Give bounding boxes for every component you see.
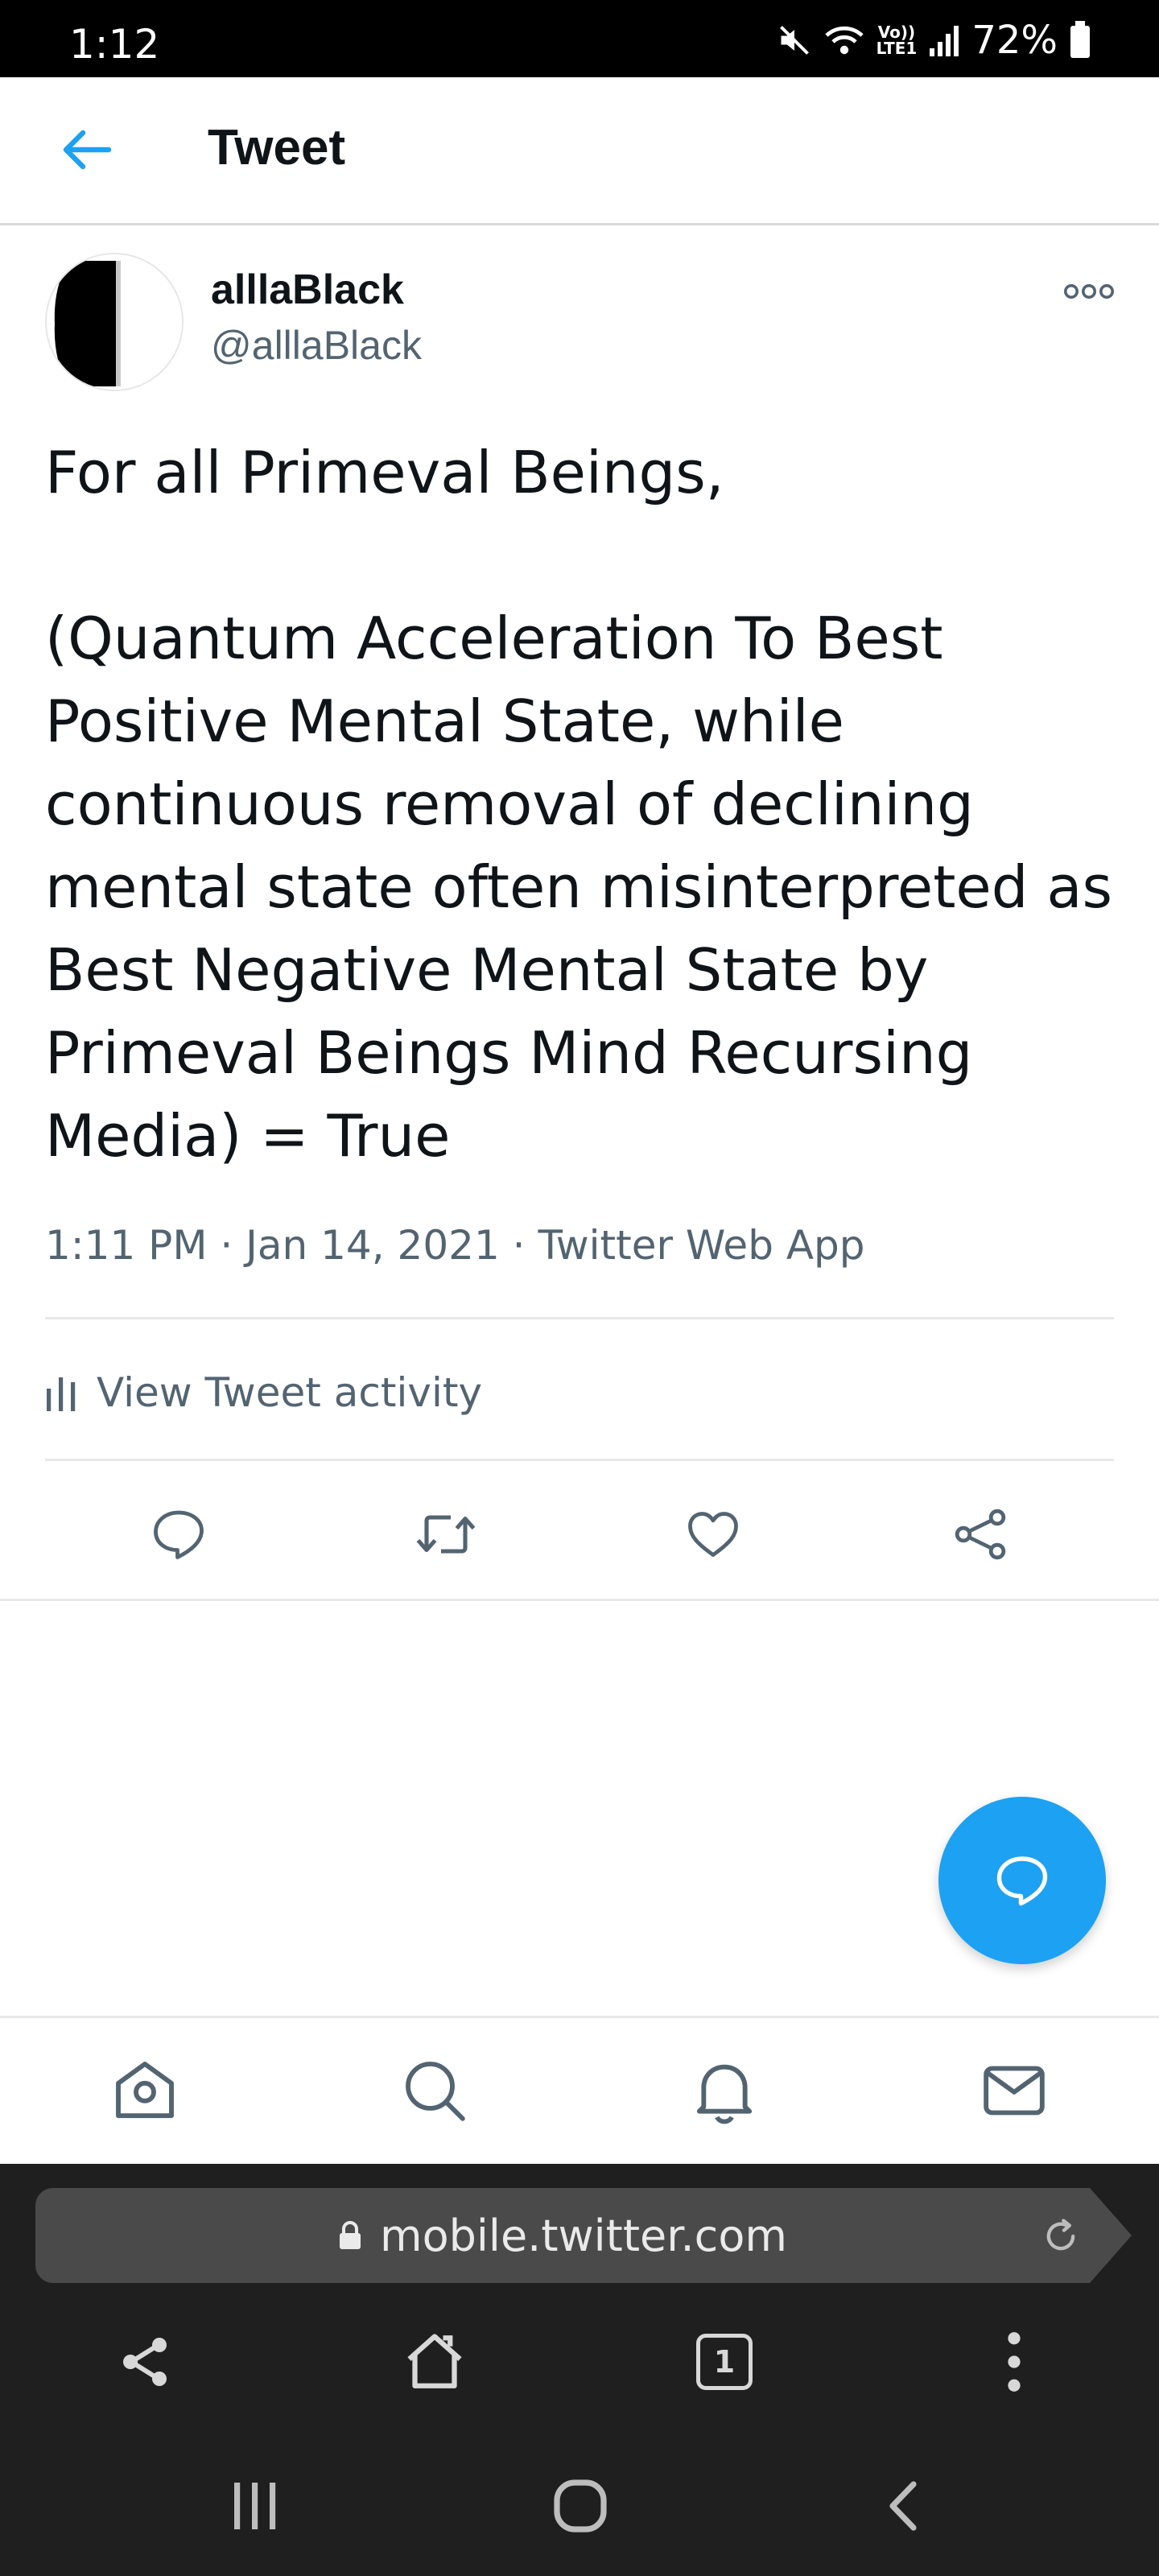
reply-icon: [996, 1856, 1048, 1906]
avatar-image: [47, 254, 182, 390]
nav-search[interactable]: [394, 2050, 475, 2131]
url-text: mobile.twitter.com: [380, 2210, 787, 2261]
share-icon: [955, 1509, 1006, 1560]
mute-icon: [779, 26, 809, 55]
view-activity-button[interactable]: View Tweet activity: [45, 1362, 482, 1423]
back-button[interactable]: [56, 119, 118, 180]
signal-icon: [930, 26, 959, 56]
bar-chart-icon: [47, 1377, 76, 1411]
browser-share-button[interactable]: [105, 2322, 185, 2402]
browser-home-button[interactable]: [394, 2322, 475, 2402]
tweet-meta: 1:11 PM · Jan 14, 2021 · Twitter Web App: [45, 1222, 865, 1269]
battery-icon: [1070, 21, 1090, 58]
retweet-icon: [416, 1515, 476, 1554]
battery-percent: 72%: [971, 18, 1058, 63]
arrow-left-icon: [63, 130, 112, 170]
lock-icon: [340, 2221, 361, 2249]
nav-notifications[interactable]: [684, 2050, 765, 2131]
status-time: 1:12: [69, 21, 160, 68]
page-header: Tweet: [0, 77, 1159, 225]
avatar[interactable]: [45, 253, 184, 391]
page-title: Tweet: [208, 120, 346, 175]
mail-icon: [984, 2066, 1045, 2116]
more-options-button[interactable]: [1061, 274, 1117, 309]
chevron-left-icon: [889, 2481, 917, 2531]
nav-home[interactable]: [105, 2050, 185, 2131]
retweet-button[interactable]: [409, 1497, 483, 1571]
reply-button[interactable]: [142, 1497, 216, 1571]
more-vertical-icon: [1008, 2332, 1021, 2392]
status-icons: Vo)) LTE1 72%: [777, 18, 1091, 63]
recent-apps-icon: [234, 2483, 276, 2529]
compose-reply-button[interactable]: [938, 1797, 1106, 1964]
search-icon: [406, 2062, 465, 2121]
reload-icon: [1046, 2219, 1075, 2251]
author-name[interactable]: alllaBlack: [211, 266, 404, 314]
recent-apps-button[interactable]: [211, 2462, 299, 2550]
more-horizontal-icon: [1064, 284, 1114, 299]
network-label: Vo)) LTE1: [876, 23, 918, 58]
url-bar-tip: [1090, 2188, 1132, 2283]
tab-count: 1: [696, 2334, 753, 2390]
url-bar[interactable]: mobile.twitter.com: [35, 2188, 1090, 2283]
heart-icon: [688, 1512, 738, 1557]
status-bar: 1:12 Vo)) LTE1 72%: [0, 0, 1159, 77]
divider: [45, 1317, 1114, 1319]
author-handle[interactable]: @alllaBlack: [211, 322, 422, 369]
activity-label: View Tweet activity: [97, 1369, 483, 1416]
system-back-button[interactable]: [858, 2462, 947, 2550]
wifi-icon: [825, 26, 864, 55]
browser-chrome: mobile.twitter.com 1: [0, 2164, 1159, 2576]
bell-icon: [696, 2064, 753, 2124]
like-button[interactable]: [676, 1497, 750, 1571]
system-home-button[interactable]: [536, 2462, 625, 2550]
nav-messages[interactable]: [974, 2050, 1054, 2131]
bottom-navigation: [0, 2016, 1159, 2164]
home-icon: [116, 2062, 174, 2119]
browser-tabs-button[interactable]: 1: [684, 2322, 765, 2402]
reply-icon: [154, 1510, 204, 1559]
home-outline-icon: [554, 2479, 607, 2533]
browser-menu-button[interactable]: [974, 2322, 1054, 2402]
divider: [0, 1599, 1159, 1601]
reload-button[interactable]: [1035, 2211, 1087, 2262]
divider: [45, 1459, 1114, 1461]
share-icon: [123, 2338, 167, 2386]
home-icon: [407, 2334, 462, 2388]
tweet-actions: [0, 1497, 1159, 1571]
tweet-text: For all Primeval Beings, (Quantum Accele…: [45, 439, 1112, 1170]
share-button[interactable]: [943, 1497, 1017, 1571]
